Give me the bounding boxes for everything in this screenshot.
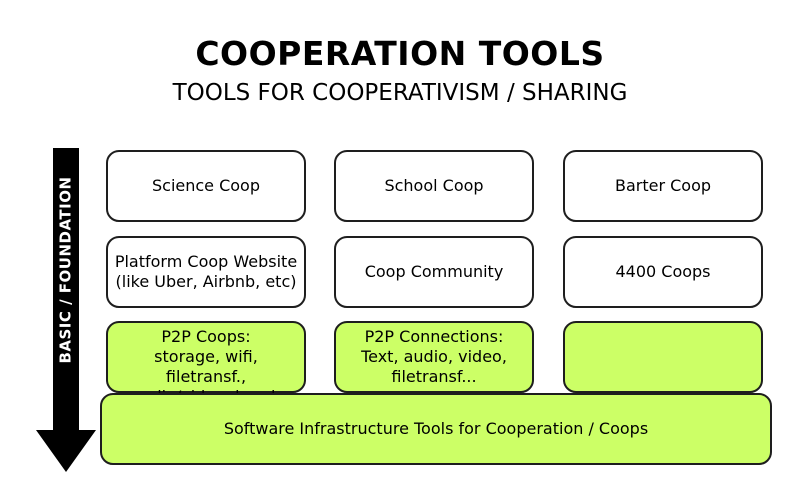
box-p2p-connections-text: P2P Connections: Text, audio, video, fil… — [361, 327, 507, 386]
box-p2p-connections: P2P Connections: Text, audio, video, fil… — [334, 321, 534, 393]
arrow-label: BASIC / FOUNDATION — [53, 150, 79, 390]
diagram-title: COOPERATION TOOLS — [195, 34, 605, 73]
box-software-infrastructure: Software Infrastructure Tools for Cooper… — [100, 393, 772, 465]
arrow-label-text: BASIC / FOUNDATION — [57, 176, 76, 364]
box-empty-green — [563, 321, 763, 393]
box-school-coop: School Coop — [334, 150, 534, 222]
diagram-subtitle: TOOLS FOR COOPERATIVISM / SHARING — [172, 80, 628, 106]
diagram-canvas: COOPERATION TOOLS TOOLS FOR COOPERATIVIS… — [0, 0, 800, 500]
box-platform-coop-website: Platform Coop Website (like Uber, Airbnb… — [106, 236, 306, 308]
box-4400-coops: 4400 Coops — [563, 236, 763, 308]
box-p2p-coops: P2P Coops: storage, wifi, filetransf., a… — [106, 321, 306, 426]
box-science-coop: Science Coop — [106, 150, 306, 222]
box-coop-community: Coop Community — [334, 236, 534, 308]
box-barter-coop: Barter Coop — [563, 150, 763, 222]
